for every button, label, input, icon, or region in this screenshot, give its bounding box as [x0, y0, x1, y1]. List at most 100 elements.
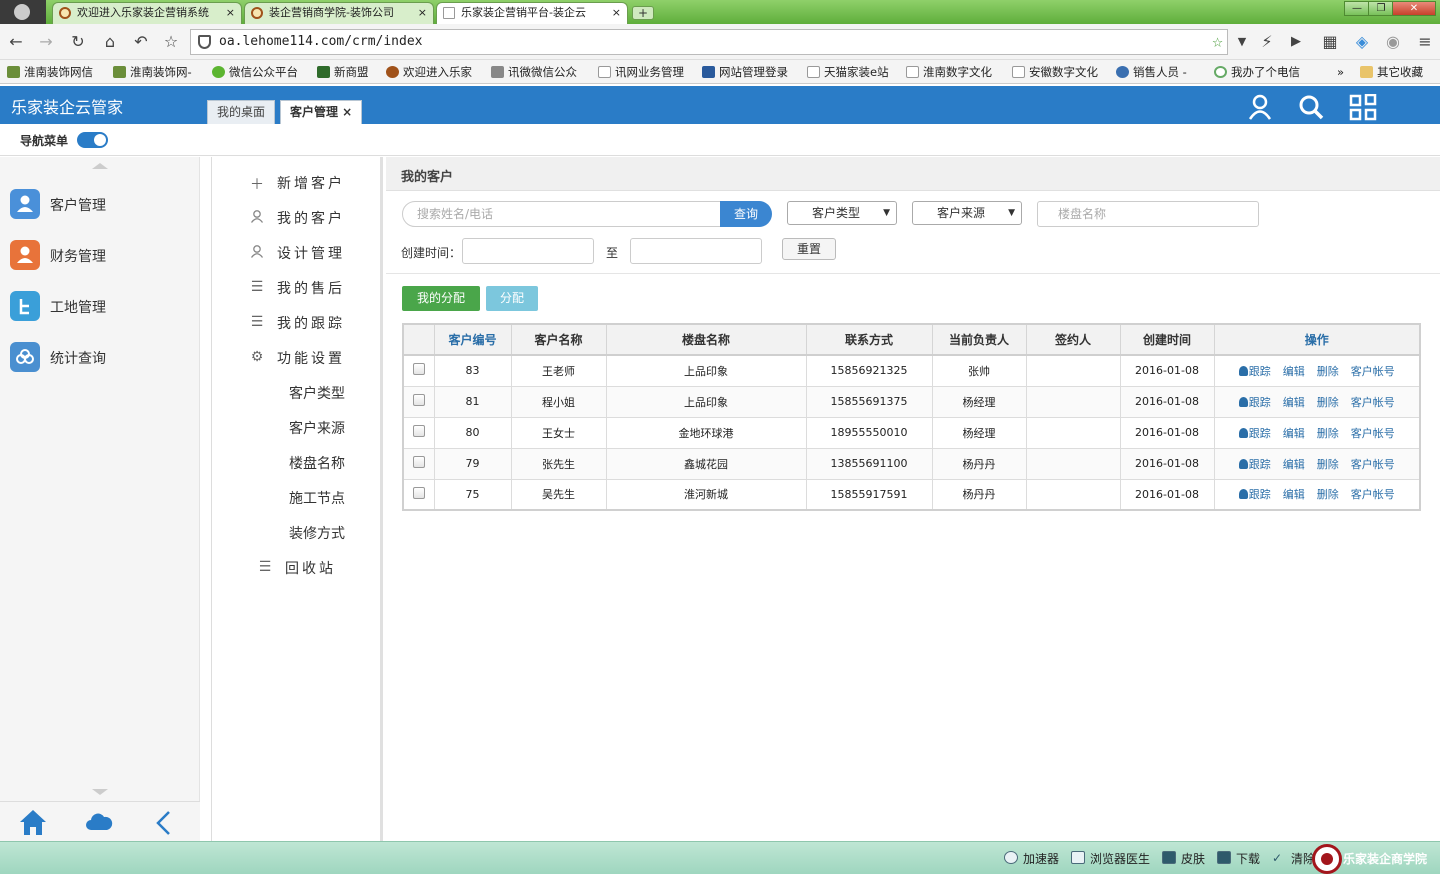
menu-icon[interactable]: ≡ — [1415, 32, 1435, 52]
browser-user-icon[interactable] — [0, 0, 46, 24]
tab-close-icon[interactable]: × — [226, 3, 235, 23]
reload-icon[interactable]: ↻ — [68, 32, 88, 52]
scroll-up-icon[interactable] — [92, 163, 108, 169]
browser-doctor-button[interactable]: 浏览器医生 — [1071, 850, 1150, 867]
customer-account-link[interactable]: 客户帐号 — [1351, 396, 1395, 409]
address-dropdown-icon[interactable]: ▼ — [1232, 32, 1252, 52]
other-bookmarks-folder[interactable]: 其它收藏 — [1360, 64, 1423, 80]
bookmark-item[interactable]: 微信公众平台 — [212, 64, 298, 80]
user-icon[interactable] — [1246, 94, 1276, 120]
bookmark-item[interactable]: 欢迎进入乐家 — [386, 64, 472, 80]
close-window-button[interactable]: ✕ — [1392, 1, 1436, 16]
eye-icon[interactable]: ◉ — [1383, 32, 1403, 52]
bookmark-star-icon[interactable]: ☆ — [161, 32, 181, 52]
browser-tab-1[interactable]: 欢迎进入乐家装企营销系统 × — [52, 2, 242, 24]
row-checkbox[interactable] — [412, 425, 425, 437]
reset-button[interactable]: 重置 — [782, 238, 836, 260]
delete-link[interactable]: 删除 — [1317, 488, 1339, 501]
customer-account-link[interactable]: 客户帐号 — [1351, 365, 1395, 378]
clear-button[interactable]: ✓ 清除 — [1272, 850, 1315, 867]
bookmark-item[interactable]: 淮南数字文化 — [906, 64, 992, 80]
customer-type-select[interactable]: 客户类型 ▼ — [787, 201, 897, 225]
bookmark-item[interactable]: 淮南装饰网- — [113, 64, 192, 80]
edit-link[interactable]: 编辑 — [1283, 488, 1305, 501]
my-assignments-button[interactable]: 我的分配 — [402, 286, 480, 311]
track-link[interactable]: 跟踪 — [1238, 396, 1271, 409]
edit-link[interactable]: 编辑 — [1283, 365, 1305, 378]
bookmark-item[interactable]: 安徽数字文化 — [1012, 64, 1098, 80]
sidebar-item-sites[interactable]: 工地管理 — [0, 281, 200, 331]
bookmark-item[interactable]: 销售人员 - — [1116, 64, 1187, 80]
submenu-item-customer-type[interactable]: 客户类型 — [289, 383, 345, 403]
bookmark-item[interactable]: 新商盟 — [317, 64, 369, 80]
nav-menu-toggle[interactable] — [77, 132, 108, 148]
browser-tab-3[interactable]: 乐家装企营销平台-装企云 × — [436, 2, 628, 24]
search-button[interactable]: 查询 — [720, 201, 772, 227]
track-link[interactable]: 跟踪 — [1238, 458, 1271, 471]
tab-close-icon[interactable]: × — [612, 3, 621, 23]
extension-icon[interactable]: ◈ — [1352, 32, 1372, 52]
bookmark-item[interactable]: 我办了个电信 — [1214, 64, 1300, 80]
submenu-item-settings[interactable]: ⚙ 功能设置 — [251, 348, 345, 368]
favorite-star-icon[interactable]: ☆ — [1212, 30, 1223, 54]
search-input[interactable]: 搜索姓名/电话 — [402, 201, 722, 227]
undo-icon[interactable]: ↶ — [131, 32, 151, 52]
minimize-window-button[interactable]: — — [1344, 1, 1370, 16]
submenu-item-after-sales[interactable]: ☰ 我的售后 — [251, 278, 345, 298]
customer-account-link[interactable]: 客户帐号 — [1351, 427, 1395, 440]
submenu-item-recycle-bin[interactable]: ☰ 回收站 — [259, 558, 336, 578]
browser-tab-2[interactable]: 装企营销商学院-装饰公司 × — [244, 2, 434, 24]
submenu-item-design[interactable]: 设计管理 — [250, 243, 345, 263]
address-bar[interactable]: oa.lehome114.com/crm/index ☆ — [190, 29, 1228, 55]
search-icon[interactable] — [1297, 94, 1327, 120]
delete-link[interactable]: 删除 — [1317, 458, 1339, 471]
submenu-item-tracking[interactable]: ☰ 我的跟踪 — [251, 313, 345, 333]
back-icon[interactable]: ← — [6, 32, 26, 52]
new-tab-button[interactable]: + — [632, 6, 654, 20]
assign-button[interactable]: 分配 — [486, 286, 538, 311]
cloud-icon[interactable] — [85, 812, 113, 835]
bookmarks-more-button[interactable]: » — [1337, 64, 1344, 80]
customer-account-link[interactable]: 客户帐号 — [1351, 458, 1395, 471]
lightning-icon[interactable]: ⚡ — [1257, 32, 1277, 52]
edit-link[interactable]: 编辑 — [1283, 396, 1305, 409]
bookmark-item[interactable]: 讯网业务管理 — [598, 64, 684, 80]
customer-name-link[interactable]: 张先生 — [510, 447, 607, 480]
edit-link[interactable]: 编辑 — [1283, 427, 1305, 440]
delete-link[interactable]: 删除 — [1317, 427, 1339, 440]
play-icon[interactable]: ▶ — [1286, 32, 1306, 52]
customer-name-link[interactable]: 程小姐 — [510, 385, 607, 418]
submenu-item-building-name[interactable]: 楼盘名称 — [289, 453, 345, 473]
skin-button[interactable]: 皮肤 — [1162, 850, 1205, 867]
bookmark-item[interactable]: 天猫家装e站 — [807, 64, 889, 80]
home-icon[interactable]: ⌂ — [100, 32, 120, 52]
accelerator-button[interactable]: 加速器 — [1004, 850, 1059, 867]
bookmark-item[interactable]: 淮南装饰网信 — [7, 64, 93, 80]
collapse-sidebar-icon[interactable] — [154, 810, 174, 839]
tab-customer-management[interactable]: 客户管理 × — [280, 100, 363, 124]
apps-icon[interactable]: ▦ — [1320, 32, 1340, 52]
submenu-item-new-customer[interactable]: ＋ 新增客户 — [250, 173, 345, 193]
home-icon[interactable] — [18, 808, 48, 839]
download-button[interactable]: 下载 — [1217, 850, 1260, 867]
sidebar-item-finance[interactable]: 财务管理 — [0, 230, 200, 280]
customer-account-link[interactable]: 客户帐号 — [1351, 488, 1395, 501]
sidebar-item-customers[interactable]: 客户管理 — [0, 179, 200, 229]
submenu-item-customer-source[interactable]: 客户来源 — [289, 418, 345, 438]
bookmark-item[interactable]: 讯微微信公众 — [491, 64, 577, 80]
delete-link[interactable]: 删除 — [1317, 396, 1339, 409]
bookmark-item[interactable]: 网站管理登录 — [702, 64, 788, 80]
forward-icon[interactable]: → — [36, 32, 56, 52]
building-name-input[interactable]: 楼盘名称 — [1037, 201, 1259, 227]
submenu-item-my-customers[interactable]: 我的客户 — [250, 208, 345, 228]
submenu-item-decoration-type[interactable]: 装修方式 — [289, 523, 345, 543]
row-checkbox[interactable] — [412, 486, 425, 499]
sidebar-item-statistics[interactable]: 统计查询 — [0, 332, 200, 382]
track-link[interactable]: 跟踪 — [1238, 365, 1271, 378]
row-checkbox[interactable] — [412, 456, 425, 468]
tab-my-desktop[interactable]: 我的桌面 — [207, 100, 276, 124]
customer-name-link[interactable]: 王老师 — [510, 354, 607, 387]
submenu-item-construction-node[interactable]: 施工节点 — [289, 488, 345, 508]
scroll-down-icon[interactable] — [92, 789, 108, 795]
track-link[interactable]: 跟踪 — [1238, 427, 1271, 440]
